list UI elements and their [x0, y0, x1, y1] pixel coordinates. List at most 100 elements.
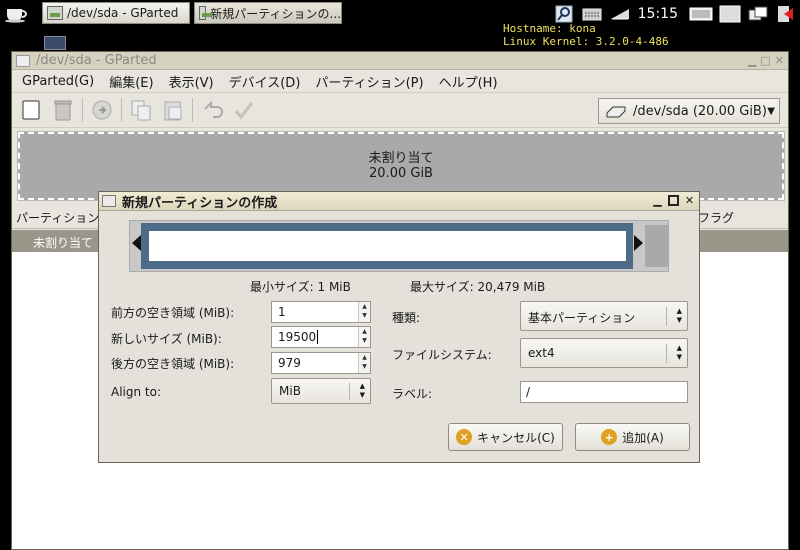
cancel-label: キャンセル(C) — [477, 430, 555, 445]
spinner-arrows-icon[interactable]: ▲ ▼ — [358, 302, 370, 322]
maximize-icon[interactable] — [668, 195, 679, 206]
resize-handle-right[interactable] — [634, 235, 643, 251]
spinner-arrows-icon[interactable]: ▲ ▼ — [358, 353, 370, 373]
menu-view[interactable]: 表示(V) — [169, 72, 214, 91]
keyboard-icon[interactable] — [581, 5, 603, 23]
min-size-text: 最小サイズ: 1 MiB — [250, 280, 351, 294]
add-button[interactable]: + 追加(A) — [575, 423, 690, 451]
column-flags[interactable]: フラグ — [698, 209, 734, 226]
dialog-title: 新規パーティションの作成 — [122, 195, 278, 211]
kernel-text: Linux Kernel: 3.2.0-4-486 — [503, 35, 669, 48]
menubar: GParted(G) 編集(E) 表示(V) デバイス(D) パーティション(P… — [12, 70, 788, 92]
partition-label-label: ラベル: — [392, 387, 433, 401]
apply-button[interactable] — [231, 97, 257, 123]
toolbar-separator — [192, 98, 193, 122]
window-title: /dev/sda - GParted — [36, 53, 157, 68]
menu-gparted[interactable]: GParted(G) — [22, 74, 94, 89]
cancel-button[interactable]: ✕ キャンセル(C) — [448, 423, 563, 451]
task-new-partition-label: 新規パーティションの... — [210, 6, 341, 21]
task-new-partition[interactable]: 新規パーティションの... — [194, 2, 342, 24]
maximize-icon[interactable]: □ — [760, 54, 770, 67]
updown-arrows-icon: ▲ ▼ — [676, 344, 682, 361]
computer-desktop-icon[interactable] — [44, 36, 66, 50]
combo-separator — [666, 307, 667, 326]
menu-help[interactable]: ヘルプ(H) — [439, 72, 498, 91]
spinner-arrows-icon[interactable]: ▲ ▼ — [358, 327, 370, 347]
harddisk-icon — [606, 106, 626, 118]
new-partition-dialog: 新規パーティションの作成 ▁ ✕ 最小サイズ: 1 MiB 最大サイズ: 20,… — [98, 191, 700, 463]
undo-button[interactable] — [199, 97, 225, 123]
partition-block[interactable] — [141, 223, 633, 269]
task-gparted-label: /dev/sda - GParted — [67, 6, 179, 20]
align-select[interactable]: MiB ▲ ▼ — [271, 378, 371, 404]
task-gparted[interactable]: /dev/sda - GParted — [42, 2, 190, 24]
partition-block-fill — [149, 231, 626, 261]
partition-type-value: 基本パーティション — [528, 311, 636, 325]
combo-separator — [349, 383, 350, 400]
new-partition-button[interactable] — [18, 97, 44, 123]
column-partition[interactable]: パーティション — [16, 209, 99, 226]
copy-icon — [131, 100, 151, 121]
unallocated-after-block — [644, 225, 668, 267]
free-after-value: 979 — [278, 356, 301, 370]
max-size-text: 最大サイズ: 20,479 MiB — [410, 280, 546, 294]
free-after-label: 後方の空き領域 (MiB): — [111, 357, 235, 371]
window-titlebar[interactable]: /dev/sda - GParted ▁ □ ✕ — [12, 52, 788, 70]
gparted-icon — [199, 6, 213, 20]
new-icon — [22, 100, 40, 120]
partition-label-value: / — [526, 385, 531, 399]
free-after-input[interactable]: 979 ▲ ▼ — [271, 352, 371, 374]
show-desktop-icon[interactable] — [719, 5, 741, 23]
device-selector[interactable]: /dev/sda (20.00 GiB) ▼ — [598, 98, 780, 124]
filesystem-value: ext4 — [528, 346, 555, 360]
paste-button[interactable] — [160, 97, 186, 123]
minimize-icon[interactable]: ▁ — [748, 54, 756, 67]
menu-partition[interactable]: パーティション(P) — [315, 72, 423, 91]
filesystem-label: ファイルシステム: — [392, 348, 492, 362]
toolbar-separator — [121, 98, 122, 122]
updown-arrows-icon: ▲ ▼ — [676, 307, 682, 324]
add-label: 追加(A) — [622, 430, 664, 445]
close-icon[interactable]: ✕ — [684, 194, 695, 207]
disk-map[interactable]: 未割り当て 20.00 GiB — [17, 131, 785, 201]
free-before-label: 前方の空き領域 (MiB): — [111, 306, 235, 320]
type-label: 種類: — [392, 311, 421, 325]
cancel-icon: ✕ — [456, 429, 473, 445]
clock: 15:15 — [637, 5, 678, 22]
search-icon[interactable] — [553, 5, 575, 23]
windows-icon[interactable] — [747, 5, 769, 23]
taskbar: /dev/sda - GParted 新規パーティションの... 15:15 — [0, 0, 800, 27]
menu-edit[interactable]: 編集(E) — [109, 72, 153, 91]
updown-arrows-icon: ▲ ▼ — [359, 382, 365, 399]
logout-icon[interactable] — [775, 5, 797, 23]
partition-resizer[interactable] — [129, 220, 669, 272]
gparted-icon — [47, 6, 63, 20]
new-size-input[interactable]: 19500 ▲ ▼ — [271, 326, 371, 348]
partition-label-input[interactable]: / — [520, 381, 688, 403]
resize-handle-left[interactable] — [132, 235, 141, 251]
trash-icon — [54, 100, 72, 121]
resize-icon — [92, 100, 112, 120]
toolbar-separator — [82, 98, 83, 122]
menu-cup-icon[interactable] — [4, 3, 30, 23]
menu-device[interactable]: デバイス(D) — [229, 72, 301, 91]
battery-icon[interactable] — [689, 5, 713, 23]
combo-separator — [666, 344, 667, 363]
undo-icon — [204, 100, 223, 118]
toolbar: /dev/sda (20.00 GiB) ▼ — [12, 92, 788, 128]
close-icon[interactable]: ✕ — [775, 54, 784, 67]
volume-icon[interactable] — [609, 5, 631, 23]
partition-type-select[interactable]: 基本パーティション ▲ ▼ — [520, 301, 688, 331]
minimize-icon[interactable]: ▁ — [652, 194, 663, 207]
resize-move-button[interactable] — [89, 97, 115, 123]
free-before-input[interactable]: 1 ▲ ▼ — [271, 301, 371, 323]
gparted-icon — [102, 195, 116, 207]
new-size-value: 19500 — [278, 330, 317, 344]
add-icon: + — [601, 429, 618, 445]
copy-button[interactable] — [128, 97, 154, 123]
diskmap-label: 未割り当て — [368, 151, 434, 166]
check-icon — [234, 102, 254, 120]
delete-button[interactable] — [50, 97, 76, 123]
filesystem-select[interactable]: ext4 ▲ ▼ — [520, 338, 688, 368]
dialog-titlebar[interactable]: 新規パーティションの作成 ▁ ✕ — [99, 192, 699, 211]
